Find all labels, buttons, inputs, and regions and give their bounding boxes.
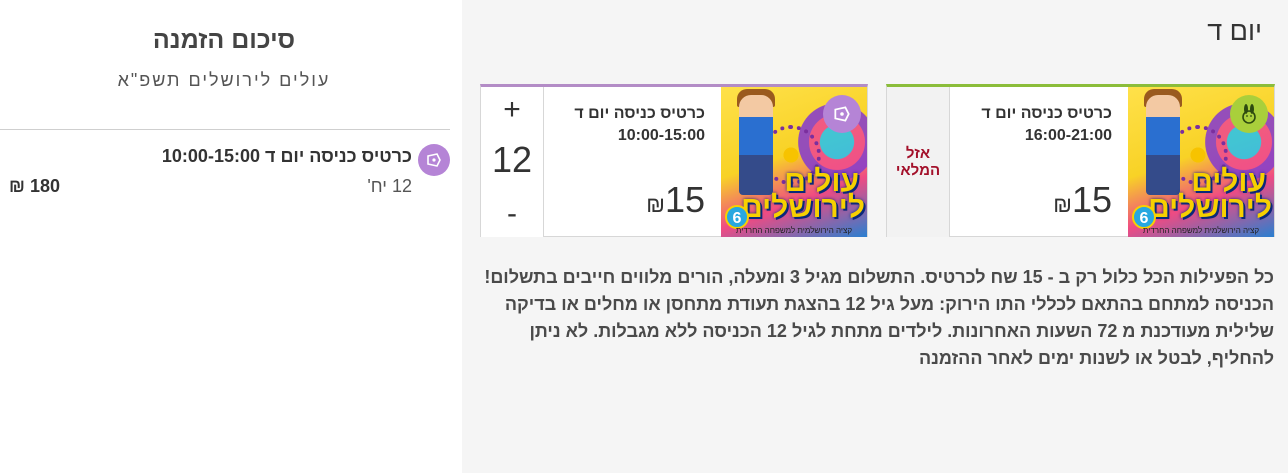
order-summary-panel: סיכום הזמנה עולים לירושלים תשפ"א כרטיס כ… [0, 0, 462, 473]
ticket-card: אזל המלאי כרטיס כניסה יום ד 16:00-21:00 … [886, 84, 1275, 237]
event-poster-image: עולים לירושלים 6 קציה הירושלמית למשפחה ה… [721, 87, 867, 237]
currency-symbol: ₪ [646, 192, 665, 217]
ticket-card: + 12 - כרטיס כניסה יום ד 10:00-15:00 ₪15… [480, 84, 868, 237]
ticket-time: 16:00-21:00 [1024, 127, 1112, 144]
sold-out-label: אזל המלאי [895, 145, 941, 179]
day-title: יום ד [1207, 16, 1262, 46]
rabbit-icon [1230, 95, 1268, 133]
summary-item-quantity: 12 יח' [367, 176, 412, 196]
summary-title: סיכום הזמנה [152, 26, 296, 54]
ticket-icon [418, 144, 450, 176]
poster-character [1146, 95, 1180, 195]
sold-out-box: אזל המלאי [887, 87, 950, 237]
summary-subtitle: עולים לירושלים תשפ"א [117, 70, 331, 90]
ticket-name: כרטיס כניסה יום ד [574, 105, 705, 122]
summary-divider [0, 129, 450, 130]
event-poster-image: עולים לירושלים 6 קציה הירושלמית למשפחה ה… [1128, 87, 1274, 237]
poster-logo-line2: לירושלים [741, 191, 865, 224]
increment-button[interactable]: + [481, 93, 543, 127]
summary-item-total: 180 ₪ [9, 176, 60, 196]
poster-tagline: קציה הירושלמית למשפחה החרדית [1142, 226, 1260, 235]
summary-item-name: כרטיס כניסה יום ד 10:00-15:00 [161, 146, 412, 166]
ticket-icon [823, 95, 861, 133]
event-info-text: כל הפעילות הכל כלול רק ב - 15 שח לכרטיס.… [484, 267, 1274, 368]
poster-character [739, 95, 773, 195]
currency-symbol: ₪ [1053, 192, 1072, 217]
quantity-value: 12 [491, 139, 533, 180]
ticket-name: כרטיס כניסה יום ד [981, 105, 1112, 122]
ticket-price: ₪15 [646, 179, 705, 221]
quantity-stepper[interactable]: + 12 - [481, 87, 544, 237]
ticket-time: 10:00-15:00 [617, 127, 705, 144]
poster-logo-line2: לירושלים [1148, 191, 1272, 224]
ticket-price: ₪15 [1053, 179, 1112, 221]
decrement-button[interactable]: - [481, 197, 543, 231]
price-value: 15 [664, 179, 705, 220]
price-value: 15 [1071, 179, 1112, 220]
poster-tagline: קציה הירושלמית למשפחה החרדית [735, 226, 853, 235]
